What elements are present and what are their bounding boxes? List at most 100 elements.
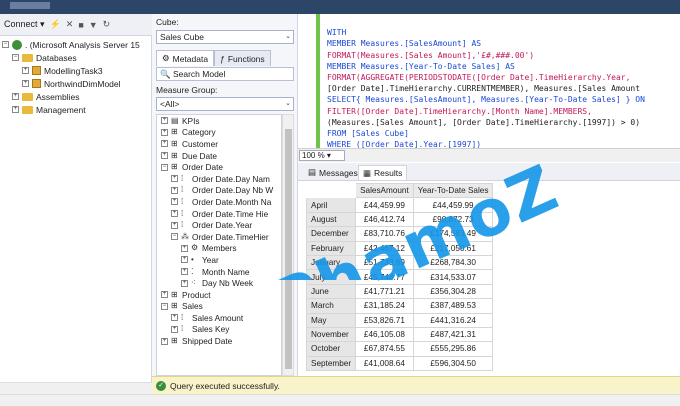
expand-icon[interactable]: +: [161, 337, 168, 345]
table-cell[interactable]: £67,874.55: [355, 341, 414, 357]
table-row[interactable]: April £44,459.99 £44,459.99: [305, 197, 494, 213]
table-cell[interactable]: £387,489.53: [412, 298, 494, 314]
scrollbar-thumb[interactable]: [285, 129, 292, 369]
refresh-icon[interactable]: ↻: [103, 19, 111, 30]
table-row[interactable]: October £67,874.55 £555,295.86: [305, 341, 494, 357]
tree-item-assemblies[interactable]: + Assemblies: [0, 90, 152, 103]
tree-item-order-date-time-hierarchy[interactable]: + ⁞ Order Date.Time Hie: [157, 208, 281, 220]
row-header-cell[interactable]: April: [305, 197, 357, 213]
expand-icon[interactable]: +: [22, 80, 29, 87]
expand-icon[interactable]: +: [181, 256, 188, 264]
expand-icon[interactable]: +: [171, 314, 178, 322]
tree-item-order-date-day-name[interactable]: + ⁞ Order Date.Day Nam: [157, 173, 281, 185]
tree-item-year[interactable]: + • Year: [157, 254, 281, 266]
bottom-scrollbar[interactable]: [0, 394, 680, 406]
tree-item-server[interactable]: − . (Microsoft Analysis Server 15: [0, 38, 152, 51]
table-row[interactable]: May £53,826.71 £441,316.24: [305, 312, 494, 328]
tree-item-management[interactable]: + Management: [0, 103, 152, 116]
table-cell[interactable]: £41,771.21: [355, 283, 414, 300]
column-header[interactable]: Year-To-Date Sales: [412, 182, 494, 199]
tab-metadata[interactable]: ⚙ Metadata: [156, 50, 215, 66]
expand-icon[interactable]: +: [181, 268, 188, 276]
row-header-cell[interactable]: October: [305, 341, 357, 357]
row-header-cell[interactable]: June: [305, 283, 357, 300]
tree-item-databases[interactable]: − Databases: [0, 51, 152, 64]
table-cell[interactable]: £45,748.77: [355, 269, 414, 285]
collapse-icon[interactable]: −: [161, 302, 168, 310]
table-cell[interactable]: £487,421.31: [412, 326, 494, 343]
tree-item-sales[interactable]: − ⊞ Sales: [157, 301, 281, 313]
tab-results[interactable]: ▦ Results: [358, 165, 408, 180]
horizontal-scrollbar[interactable]: [0, 382, 152, 394]
table-row[interactable]: November £46,105.08 £487,421.31: [305, 326, 494, 343]
expand-icon[interactable]: +: [161, 117, 168, 125]
expand-icon[interactable]: +: [181, 244, 188, 252]
measure-group-select[interactable]: <All> ⌄: [156, 97, 294, 111]
table-cell[interactable]: £217,050.61: [412, 240, 494, 256]
collapse-icon[interactable]: −: [12, 54, 19, 61]
tree-item-sales-amount[interactable]: + ⁞ Sales Amount: [157, 312, 281, 324]
table-row[interactable]: September £41,008.64 £596,304.50: [305, 355, 494, 372]
table-cell[interactable]: £268,784.30: [412, 254, 494, 271]
tree-item-modellingtask3[interactable]: + ModellingTask3: [0, 64, 152, 77]
tree-item-order-date-timehierarchy[interactable]: − ⁂ Order Date.TimeHier: [157, 231, 281, 243]
zoom-select[interactable]: 100 % ▾: [299, 150, 345, 161]
tree-item-order-date-month-name[interactable]: + ⁞ Order Date.Month Na: [157, 196, 281, 208]
collapse-icon[interactable]: −: [2, 41, 9, 48]
table-cell[interactable]: £596,304.50: [412, 355, 494, 372]
row-header-cell[interactable]: November: [305, 326, 357, 343]
tree-item-due-date[interactable]: + ⊞ Due Date: [157, 150, 281, 162]
collapse-icon[interactable]: −: [171, 233, 178, 241]
table-cell[interactable]: £44,459.99: [355, 197, 414, 213]
row-header-cell[interactable]: July: [305, 269, 357, 285]
table-cell[interactable]: £441,316.24: [412, 312, 494, 328]
table-row[interactable]: January £51,733.69 £268,784.30: [305, 254, 494, 271]
table-cell[interactable]: £31,185.24: [355, 298, 414, 314]
expand-icon[interactable]: +: [161, 140, 168, 148]
table-cell[interactable]: £314,533.07: [412, 269, 494, 285]
table-cell[interactable]: £46,412.74: [355, 211, 414, 228]
tree-item-day-nb-week[interactable]: + ⁖ Day Nb Week: [157, 277, 281, 289]
expand-icon[interactable]: +: [171, 175, 178, 183]
table-row[interactable]: March £31,185.24 £387,489.53: [305, 298, 494, 314]
table-row[interactable]: August £46,412.74 £90,872.73: [305, 211, 494, 228]
tree-item-members[interactable]: + ⚙ Members: [157, 243, 281, 255]
expand-icon[interactable]: +: [171, 221, 178, 229]
row-header-cell[interactable]: January: [305, 254, 357, 271]
tree-item-order-date-year[interactable]: + ⁞ Order Date.Year: [157, 219, 281, 231]
table-row[interactable]: December £83,710.76 £174,583.49: [305, 226, 494, 242]
table-row[interactable]: June £41,771.21 £356,304.28: [305, 283, 494, 300]
row-header-cell[interactable]: February: [305, 240, 357, 256]
expand-icon[interactable]: +: [171, 186, 178, 194]
table-cell[interactable]: £44,459.99: [412, 197, 494, 213]
expand-icon[interactable]: +: [12, 106, 19, 113]
expand-icon[interactable]: +: [161, 152, 168, 160]
table-cell[interactable]: £46,105.08: [355, 326, 414, 343]
tree-item-month-name[interactable]: + ⁚ Month Name: [157, 266, 281, 278]
expand-icon[interactable]: +: [181, 279, 188, 287]
cube-select[interactable]: Sales Cube ⌄: [156, 30, 294, 44]
tree-item-customer[interactable]: + ⊞ Customer: [157, 138, 281, 150]
filter-icon[interactable]: ▼: [89, 20, 98, 30]
table-cell[interactable]: £42,467.12: [355, 240, 414, 256]
table-cell[interactable]: £174,583.49: [412, 226, 494, 242]
table-cell[interactable]: £90,872.73: [412, 211, 494, 228]
expand-icon[interactable]: +: [171, 198, 178, 206]
tree-item-shipped-date[interactable]: + ⊞ Shipped Date: [157, 335, 281, 347]
tree-item-sales-key[interactable]: + ⁞ Sales Key: [157, 324, 281, 336]
tree-item-order-date-day-nb[interactable]: + ⁞ Order Date.Day Nb W: [157, 185, 281, 197]
search-model-input[interactable]: 🔍 Search Model: [156, 67, 294, 81]
tree-item-order-date[interactable]: − ⊞ Order Date: [157, 161, 281, 173]
table-row[interactable]: February £42,467.12 £217,050.61: [305, 240, 494, 256]
collapse-icon[interactable]: −: [161, 163, 168, 171]
metadata-scrollbar[interactable]: [282, 114, 294, 376]
column-header[interactable]: SalesAmount: [355, 182, 414, 199]
table-cell[interactable]: £83,710.76: [355, 226, 414, 242]
expand-icon[interactable]: +: [161, 291, 168, 299]
table-cell[interactable]: £555,295.86: [412, 341, 494, 357]
tree-item-category[interactable]: + ⊞ Category: [157, 127, 281, 139]
disconnect-icon[interactable]: ✕: [66, 19, 74, 30]
tab-messages[interactable]: ▤ Messages: [304, 165, 362, 180]
table-cell[interactable]: £53,826.71: [355, 312, 414, 328]
expand-icon[interactable]: +: [22, 67, 29, 74]
